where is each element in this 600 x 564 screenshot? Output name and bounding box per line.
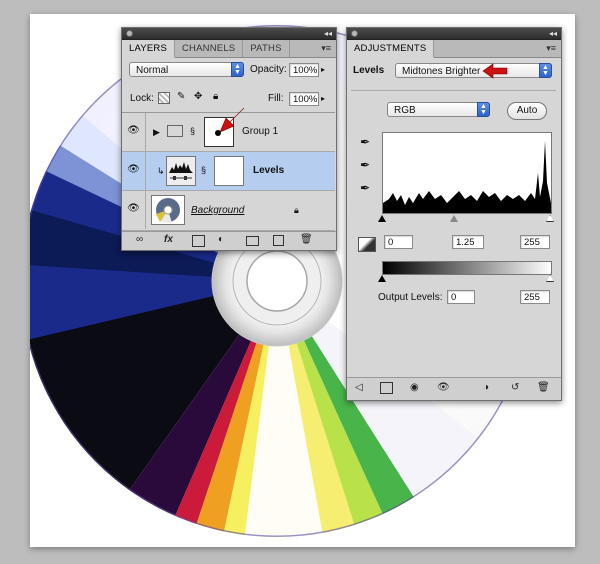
output-levels-label: Output Levels:: [378, 292, 443, 303]
adjustments-panel: ◂◂ ADJUSTMENTS ▾≡ Levels Midtones Bright…: [346, 27, 562, 401]
tab-layers[interactable]: LAYERS: [122, 40, 175, 58]
eye-icon: 👁︎: [127, 125, 140, 136]
histogram: [382, 132, 552, 214]
fill-arrow-icon[interactable]: ▸: [321, 93, 325, 105]
folder-icon[interactable]: [246, 236, 259, 246]
blend-mode-value: Normal: [136, 65, 169, 76]
channel-value: RGB: [394, 105, 416, 116]
new-layer-icon[interactable]: [273, 235, 284, 246]
select-arrows-icon: ▲ ▼: [539, 63, 552, 78]
close-icon[interactable]: [351, 30, 358, 37]
visibility-toggle[interactable]: 👁︎: [122, 191, 146, 229]
output-black-slider[interactable]: [378, 275, 386, 282]
auto-button[interactable]: Auto: [507, 102, 547, 120]
expand-triangle-icon[interactable]: ▶: [153, 126, 160, 138]
fx-icon[interactable]: fx: [164, 234, 173, 246]
divider: [351, 90, 556, 91]
preset-value: Midtones Brighter: [402, 66, 481, 77]
lock-brush-icon[interactable]: ✎: [177, 91, 185, 103]
panel-menu-icon[interactable]: ▾≡: [546, 43, 556, 54]
clip-warning-icon[interactable]: [358, 237, 376, 252]
black-eyedropper-icon[interactable]: ✒︎: [360, 136, 370, 148]
clip-to-layer-icon[interactable]: ◉: [410, 382, 419, 394]
white-point-slider[interactable]: [546, 215, 554, 222]
midtone-slider[interactable]: [450, 215, 458, 222]
tab-adjustments[interactable]: ADJUSTMENTS: [347, 40, 435, 58]
blend-mode-select[interactable]: Normal ▲ ▼: [129, 62, 244, 77]
layer-name-background[interactable]: Background: [191, 205, 244, 217]
white-eyedropper-icon[interactable]: ✒︎: [360, 182, 370, 194]
panel-menu-icon[interactable]: ▾≡: [321, 43, 331, 54]
preset-select[interactable]: Midtones Brighter ▲ ▼: [395, 63, 552, 78]
opacity-field[interactable]: 100%: [289, 63, 319, 77]
opacity-arrow-icon[interactable]: ▸: [321, 64, 325, 76]
cd-thumbnail-icon: [156, 198, 180, 223]
black-point-slider[interactable]: [378, 215, 386, 222]
mask-link-icon[interactable]: §: [201, 164, 206, 176]
back-arrow-icon[interactable]: ◁: [355, 382, 363, 394]
expanded-view-icon[interactable]: [380, 382, 393, 394]
adjustment-icon[interactable]: ◐: [218, 234, 224, 246]
layer-lock-icon: 🔒︎: [294, 205, 299, 215]
select-arrows-icon: ▲ ▼: [231, 62, 244, 77]
select-arrows-icon: ▲ ▼: [477, 102, 490, 117]
annotation-arrow-mask: [219, 107, 245, 133]
layers-panel: ◂◂ LAYERS CHANNELS PATHS ▾≡ Normal ▲ ▼ Op…: [121, 27, 337, 251]
input-black-field[interactable]: 0: [384, 235, 413, 249]
histogram-graph: [383, 141, 551, 213]
folder-icon: [167, 125, 183, 137]
adjustments-tabs: ADJUSTMENTS ▾≡: [347, 40, 561, 58]
tab-paths[interactable]: PATHS: [243, 40, 290, 57]
levels-title: Levels: [353, 65, 385, 76]
layer-name-levels[interactable]: Levels: [253, 165, 284, 177]
layer-row-background[interactable]: 👁︎ Background 🔒︎: [122, 191, 335, 231]
output-black-field[interactable]: 0: [447, 290, 475, 304]
levels-mask-thumbnail[interactable]: [214, 156, 244, 186]
mask-link-icon[interactable]: §: [190, 125, 195, 137]
output-slider-track[interactable]: [378, 275, 554, 283]
input-slider-track[interactable]: [378, 215, 554, 223]
adjustments-footer: ◁ ◉ 👁︎ ◑ ↺ 🗑︎: [347, 377, 561, 400]
background-thumbnail[interactable]: [151, 195, 185, 225]
trash-icon[interactable]: 🗑︎: [300, 234, 313, 246]
layers-tabs: LAYERS CHANNELS PATHS ▾≡: [122, 40, 336, 58]
reset-icon[interactable]: ↺: [511, 382, 519, 394]
eye-icon: 👁︎: [127, 203, 140, 214]
layer-row-levels[interactable]: 👁︎ ↳ § Levels: [122, 152, 335, 191]
lock-all-icon[interactable]: 🔒︎: [213, 91, 218, 103]
lock-label: Lock:: [130, 93, 154, 104]
lock-move-icon[interactable]: ✥: [194, 91, 202, 103]
tab-channels[interactable]: CHANNELS: [175, 40, 244, 57]
close-icon[interactable]: [126, 30, 133, 37]
output-white-field[interactable]: 255: [520, 290, 550, 304]
trash-icon[interactable]: 🗑︎: [537, 382, 550, 394]
layers-footer: ∞ fx ◐ 🗑︎: [122, 231, 336, 250]
layers-titlebar[interactable]: ◂◂: [122, 28, 336, 40]
opacity-label: Opacity:: [250, 64, 287, 75]
visibility-toggle[interactable]: 👁︎: [122, 113, 146, 151]
view-previous-icon[interactable]: ◑: [483, 382, 489, 394]
input-midtone-field[interactable]: 1.25: [452, 235, 484, 249]
gray-eyedropper-icon[interactable]: ✒︎: [360, 159, 370, 171]
output-gradient: [382, 261, 552, 275]
levels-adjustment-thumbnail[interactable]: [166, 156, 196, 186]
clip-arrow-icon: ↳: [157, 166, 165, 176]
fill-field[interactable]: 100%: [289, 92, 319, 106]
collapse-icon[interactable]: ◂◂: [549, 28, 557, 39]
visibility-icon[interactable]: 👁︎: [437, 382, 450, 394]
fill-label: Fill:: [268, 93, 284, 104]
histogram-mini-icon: [169, 162, 193, 180]
mask-icon[interactable]: [192, 235, 205, 247]
visibility-toggle[interactable]: 👁︎: [122, 152, 146, 190]
lock-transparency-icon[interactable]: [158, 92, 170, 104]
adjustments-titlebar[interactable]: ◂◂: [347, 28, 561, 40]
link-icon[interactable]: ∞: [136, 234, 143, 246]
eye-icon: 👁︎: [127, 164, 140, 175]
annotation-arrow-preset: [482, 63, 508, 79]
channel-select[interactable]: RGB ▲ ▼: [387, 102, 490, 117]
output-white-slider[interactable]: [546, 275, 554, 282]
input-white-field[interactable]: 255: [520, 235, 550, 249]
collapse-icon[interactable]: ◂◂: [324, 28, 332, 39]
